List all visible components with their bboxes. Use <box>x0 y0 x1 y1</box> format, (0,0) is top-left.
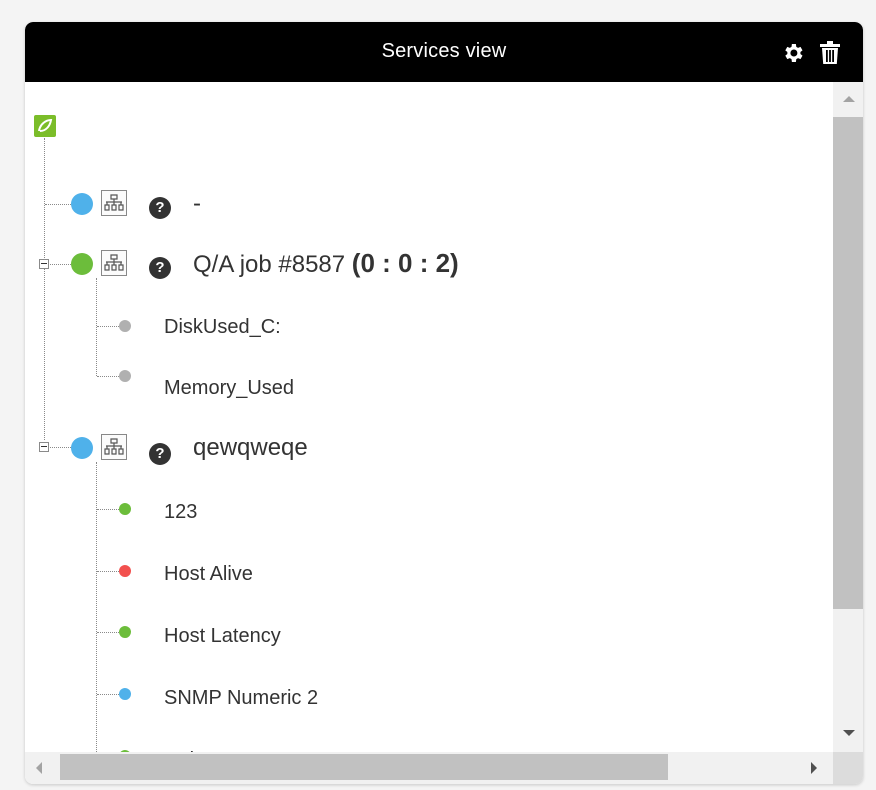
tree-container: ? - ? Q/A job #8587 (0 : 0 : 2) DiskUsed… <box>25 82 833 752</box>
service-label[interactable]: Q/A job #8587 (0 : 0 : 2) <box>193 248 459 279</box>
tree-guide-line <box>96 462 97 752</box>
collapse-toggle[interactable] <box>39 259 49 269</box>
horizontal-scroll-thumb[interactable] <box>60 754 668 780</box>
gear-icon[interactable] <box>781 41 805 65</box>
tree-branch-line <box>97 694 119 695</box>
module-status-dot <box>119 370 131 382</box>
root-service-icon[interactable] <box>34 115 56 137</box>
scroll-left-arrow-icon[interactable] <box>36 762 42 774</box>
status-dot <box>71 193 93 215</box>
module-status-dot <box>119 503 131 515</box>
tree-branch-line <box>97 571 119 572</box>
question-mark-icon[interactable]: ? <box>149 197 171 219</box>
module-label[interactable]: Host Latency <box>164 625 281 648</box>
trash-icon[interactable] <box>819 41 841 65</box>
tree-branch-line <box>97 632 119 633</box>
question-mark-icon[interactable]: ? <box>149 257 171 279</box>
collapse-toggle[interactable] <box>39 442 49 452</box>
scroll-right-arrow-icon[interactable] <box>811 762 817 774</box>
module-status-dot <box>119 320 131 332</box>
service-name: qewqweqe <box>193 434 308 461</box>
module-status-dot <box>119 626 131 638</box>
service-counts: (0 : 0 : 2) <box>351 248 459 278</box>
status-dot <box>71 437 93 459</box>
module-label[interactable]: Memory_Used <box>164 377 294 400</box>
tree-branch-line <box>50 447 71 448</box>
widget-header: Services view <box>25 22 863 82</box>
module-label[interactable]: Host Alive <box>164 563 253 586</box>
horizontal-scrollbar[interactable] <box>25 752 833 784</box>
tree-branch-line <box>45 204 71 205</box>
tree-branch-line <box>97 376 119 377</box>
question-mark-icon[interactable]: ? <box>149 443 171 465</box>
service-name: - <box>193 190 201 217</box>
service-tree-icon[interactable] <box>101 190 127 216</box>
service-tree-icon[interactable] <box>101 434 127 460</box>
module-label[interactable]: DiskUsed_C: <box>164 316 281 339</box>
service-tree-icon[interactable] <box>101 250 127 276</box>
tree-branch-line <box>97 326 119 327</box>
widget-title: Services view <box>381 40 507 62</box>
tree-branch-line <box>50 264 71 265</box>
tree-branch-line <box>97 509 119 510</box>
status-dot <box>71 253 93 275</box>
service-label[interactable]: qewqweqe <box>193 434 308 462</box>
tree-guide-line <box>44 138 45 440</box>
service-name: Q/A job #8587 <box>193 251 346 278</box>
scrollbar-corner <box>833 752 863 784</box>
scroll-down-arrow-icon[interactable] <box>843 730 855 736</box>
service-label[interactable]: - <box>193 190 201 218</box>
tree-guide-line <box>96 278 97 376</box>
services-view-widget: Services view ? - ? Q/A job #8587 (0: 0… <box>25 22 863 784</box>
module-label[interactable]: SNMP Numeric 2 <box>164 687 318 710</box>
module-label[interactable]: 123 <box>164 501 197 524</box>
scroll-up-arrow-icon[interactable] <box>843 96 855 102</box>
module-status-dot <box>119 688 131 700</box>
module-status-dot <box>119 565 131 577</box>
vertical-scroll-thumb[interactable] <box>833 117 863 609</box>
vertical-scrollbar[interactable] <box>833 82 863 752</box>
